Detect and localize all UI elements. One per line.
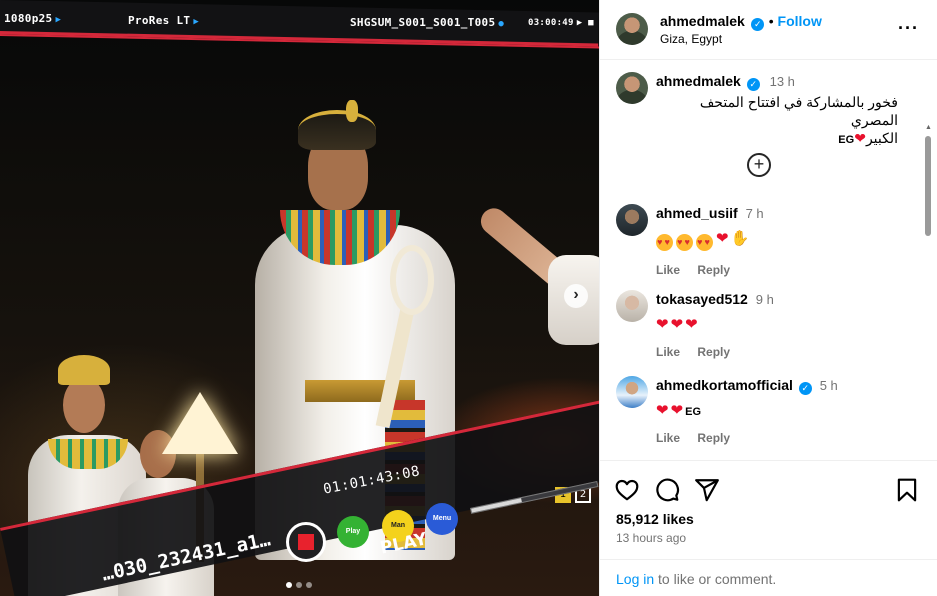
post-actions: 85,912 likes 13 hours ago Log in to like… [600,460,937,596]
caption-text: فخور بالمشاركة في افتتاح المتحف المصري E… [656,93,898,149]
comments-scrollbar[interactable]: ▲ ▼ [922,120,934,460]
record-button [286,522,326,562]
post-location[interactable]: Giza, Egypt [660,32,722,46]
comment-username[interactable]: tokasayed512 [656,291,748,307]
login-text: to like or comment. [654,571,777,587]
verified-badge-icon: ✓ [751,18,765,31]
comment-emojis: ❤❤EG [656,401,916,419]
avatar[interactable] [616,72,648,104]
hud-time: 03:00:49 ▶ ■ [528,18,594,28]
clap-emoji-icon: ✋ [730,230,752,247]
hud-codec: ProRes LT ▶ [128,14,200,27]
comment-time: 5 h [819,378,838,393]
heart-eyes-emoji-icon: ♥♥ [696,234,713,251]
like-link[interactable]: Like [656,345,680,359]
share-icon[interactable] [694,477,720,503]
chevron-right-icon[interactable]: › [564,284,588,308]
heart-emoji-icon: ❤ [854,130,866,146]
hud-play-button: Play [337,516,369,548]
caption-time: 13 h [769,74,795,89]
flag-eg: EG [838,134,855,146]
comment-username[interactable]: ahmed_usiif [656,205,738,221]
comment-time: 9 h [755,292,774,307]
carousel-dot [286,582,292,588]
carousel-dots [286,575,316,593]
comments-list: ahmedmalek ✓ 13 h فخور بالمشاركة في افتت… [600,60,937,460]
reply-link[interactable]: Reply [697,263,730,277]
avatar[interactable] [616,290,648,322]
post-side-panel: ahmedmalek ✓ • Follow Giza, Egypt ··· ah… [599,0,937,596]
comment-emojis: ♥♥ ♥♥ ♥♥ ❤✋ [656,229,916,251]
scrollbar-thumb[interactable] [925,136,931,236]
more-horizontal-icon[interactable]: ··· [898,18,919,39]
caption-line-2-wrap: EG❤الكبير [656,129,898,149]
comment-username[interactable]: ahmedkortamofficial [656,377,793,393]
hud-clip-name: SHGSUM_S001_S001_T005 ● [350,16,505,29]
bookmark-icon[interactable] [894,477,920,503]
caption-line-2: الكبير [865,130,898,146]
reply-link[interactable]: Reply [697,431,730,445]
carousel-dot [296,582,302,588]
verified-badge-icon: ✓ [746,78,760,91]
post-author[interactable]: ahmedmalek [660,13,745,29]
heart-emoji-icon: ❤ [685,316,700,333]
reply-link[interactable]: Reply [697,345,730,359]
caption-username[interactable]: ahmedmalek [656,73,741,89]
avatar[interactable] [616,204,648,236]
pyramid-lamp [162,392,238,454]
post-time: 13 hours ago [616,531,687,545]
post-header: ahmedmalek ✓ • Follow Giza, Egypt ··· [600,0,937,60]
like-link[interactable]: Like [656,263,680,277]
verified-badge-icon: ✓ [798,382,812,395]
like-link[interactable]: Like [656,431,680,445]
heart-emoji-icon: ❤ [716,230,731,247]
avatar[interactable] [616,376,648,408]
flag-eg: EG [685,406,702,418]
avatar[interactable] [616,13,648,45]
carousel-dot [306,582,312,588]
heart-emoji-icon: ❤ [656,316,671,333]
hud-menu-button: Menu [426,503,458,535]
heart-eyes-emoji-icon: ♥♥ [656,234,673,251]
heart-emoji-icon: ❤ [670,402,686,419]
login-link[interactable]: Log in [616,571,654,587]
login-prompt: Log in to like or comment. [600,559,937,596]
likes-count[interactable]: 85,912 likes [616,511,694,527]
heart-emoji-icon: ❤ [670,316,686,333]
comment-time: 7 h [745,206,764,221]
follow-button[interactable]: Follow [778,13,822,29]
load-more-comments-icon[interactable]: + [747,153,771,177]
heart-icon[interactable] [614,477,640,503]
heart-emoji-icon: ❤ [656,402,671,419]
comment-icon[interactable] [654,477,680,503]
scroll-up-arrow-icon[interactable]: ▲ [925,124,932,131]
post-media[interactable]: 1080p25 ▶ ProRes LT ▶ SHGSUM_S001_S001_T00… [0,0,599,596]
comment-emojis: ❤❤❤ [656,315,916,333]
heart-eyes-emoji-icon: ♥♥ [676,234,693,251]
record-icon [298,534,314,550]
caption-line-1: فخور بالمشاركة في افتتاح المتحف المصري [699,94,898,128]
hud-format: 1080p25 ▶ [4,12,62,25]
